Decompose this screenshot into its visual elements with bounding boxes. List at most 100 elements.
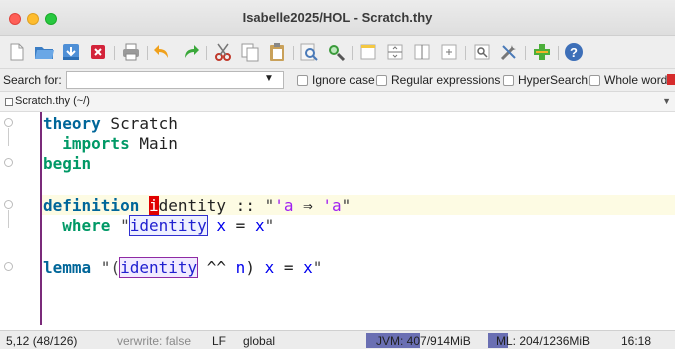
constant-reference[interactable]: identity [128,215,208,236]
operator: = [226,216,255,235]
quote: " [110,216,130,235]
caret-position[interactable]: 5,12 (48/126) [6,334,77,348]
arrow: ⇒ [293,196,323,215]
regular-expressions-checkbox[interactable] [376,75,387,86]
redo-icon[interactable] [179,41,201,63]
keyword: begin [43,154,92,173]
free-variable: x [254,216,265,235]
whole-word-label: Whole word [604,73,668,87]
toolbar-separator [465,46,466,60]
quote: " [341,196,352,215]
search-bar: Search for: ▼ Ignore case Regular expres… [0,69,675,92]
print-icon[interactable] [120,41,142,63]
hypersearch-checkbox[interactable] [503,75,514,86]
keyword: theory [43,114,101,133]
fold-guide [8,128,9,146]
fold-marker-icon[interactable] [4,118,13,127]
whole-word-checkbox[interactable] [589,75,600,86]
window-title: Isabelle2025/HOL - Scratch.thy [242,10,433,25]
code-line-2: imports Main [43,134,178,154]
ignore-case-checkbox[interactable] [297,75,308,86]
search-input[interactable] [66,71,284,89]
fold-marker-icon[interactable] [4,158,13,167]
plugin-manager-icon[interactable] [531,41,553,63]
theory-name: Scratch [100,114,178,133]
toolbar: ? [0,36,675,69]
close-search-icon[interactable] [667,74,675,85]
find-icon[interactable] [298,41,320,63]
type-variable: 'a [274,196,294,215]
code-line-6: where "identity x = x" [43,215,275,236]
constant-reference[interactable]: identity [119,257,199,278]
ml-memory-label: ML: 204/1236MiB [496,334,591,348]
toolbar-separator [206,46,207,60]
split-horizontal-icon[interactable] [384,41,406,63]
unsplit-icon[interactable] [438,41,460,63]
quote: " [312,258,323,277]
operator: = [274,258,304,277]
fold-guide [8,210,9,228]
new-view-icon[interactable] [357,41,379,63]
code-line-3: begin [43,154,91,174]
editor-area[interactable]: theory Scratch imports Main begin defini… [0,112,675,325]
new-file-icon[interactable] [6,41,28,63]
toolbar-separator [293,46,294,60]
type-variable: 'a [322,196,342,215]
toolbar-separator [114,46,115,60]
keyword: imports [62,134,130,153]
quote: "( [91,258,121,277]
hypersearch-label: HyperSearch [518,73,589,87]
toolbar-separator [147,46,148,60]
jvm-memory-label: JVM: 407/914MiB [376,334,471,348]
buffer-list-dropdown-icon[interactable]: ▼ [662,96,671,106]
search-history-dropdown-icon[interactable]: ▼ [264,73,274,84]
edit-mode-status[interactable]: global [243,334,275,348]
tab-close-icon[interactable] [5,98,13,106]
theory-status-bar [40,112,42,325]
close-file-icon[interactable] [87,41,109,63]
operator: ^^ [197,258,236,277]
code-line-8: lemma "(identity ^^ n) x = x" [43,257,323,278]
line-ending-status[interactable]: LF [212,334,226,348]
fold-marker-icon[interactable] [4,262,13,271]
open-folder-icon[interactable] [33,41,55,63]
quote: " [264,216,275,235]
find-replace-icon[interactable] [325,41,347,63]
help-icon[interactable]: ? [563,41,585,63]
title-bar: Isabelle2025/HOL - Scratch.thy [0,0,675,36]
overwrite-status[interactable]: verwrite: false [117,334,191,348]
cut-icon[interactable] [212,41,234,63]
keyword: lemma [43,258,92,277]
type-separator: :: [226,196,265,215]
paste-icon[interactable] [266,41,288,63]
buffer-tab-bar: Scratch.thy (~/) ▼ [0,92,675,112]
free-variable: x [303,258,313,277]
import-name: Main [129,134,178,153]
free-variable: n [235,258,246,277]
quote: " [264,196,275,215]
global-options-icon[interactable] [498,41,520,63]
ml-memory-indicator[interactable]: ML: 204/1236MiB [488,333,608,348]
fold-marker-icon[interactable] [4,200,13,209]
constant-name: dentity [158,196,227,215]
free-variable: x [264,258,275,277]
search-label: Search for: [3,73,62,87]
tab-scratch-thy[interactable]: Scratch.thy (~/) [15,95,90,107]
toolbar-separator [558,46,559,60]
undo-icon[interactable] [152,41,174,63]
free-variable: x [216,216,227,235]
copy-icon[interactable] [239,41,261,63]
keyword: where [62,216,111,235]
split-vertical-icon[interactable] [411,41,433,63]
buffer-options-icon[interactable] [471,41,493,63]
open-recent-icon[interactable] [60,41,82,63]
status-bar: 5,12 (48/126) verwrite: false LF global … [0,330,675,349]
svg-text:?: ? [570,45,578,60]
ignore-case-label: Ignore case [312,73,375,87]
jvm-memory-indicator[interactable]: JVM: 407/914MiB [366,333,486,348]
toolbar-separator [352,46,353,60]
code-line-1: theory Scratch [43,114,178,134]
keyword: definition [43,196,140,215]
regular-expressions-label: Regular expressions [391,73,501,87]
clock: 16:18 [621,334,652,348]
